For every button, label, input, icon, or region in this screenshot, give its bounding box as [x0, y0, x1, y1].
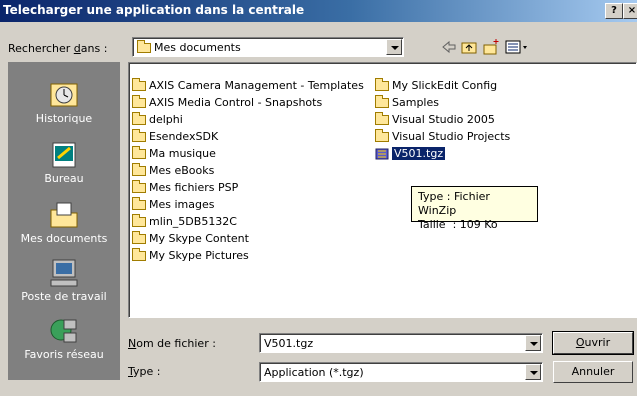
- filetype-label: Type :: [128, 365, 161, 378]
- list-item[interactable]: My SlickEdit Config: [375, 78, 497, 94]
- tooltip-type: Type : Fichier WinZip: [418, 190, 490, 217]
- tooltip-size: Taille : 109 Ko: [418, 218, 498, 231]
- window-title: Telecharger une application dans la cent…: [3, 3, 305, 17]
- list-item[interactable]: Mes images: [132, 197, 214, 213]
- new-folder-icon[interactable]: [482, 38, 500, 56]
- help-button[interactable]: ?: [605, 3, 623, 19]
- place-history[interactable]: Historique: [8, 80, 120, 125]
- list-item[interactable]: delphi: [132, 112, 183, 128]
- list-item[interactable]: My Skype Pictures: [132, 248, 249, 264]
- list-item[interactable]: AXIS Media Control - Snapshots: [132, 95, 322, 111]
- places-bar: Historique Bureau Mes documents Poste de…: [8, 62, 120, 380]
- chevron-down-icon[interactable]: [525, 364, 541, 380]
- cancel-button[interactable]: Annuler: [553, 361, 633, 383]
- list-item[interactable]: Ma musique: [132, 146, 216, 162]
- folder-icon: [132, 163, 146, 176]
- list-item[interactable]: Mes fichiers PSP: [132, 180, 238, 196]
- file-info-tooltip: Type : Fichier WinZip Taille : 109 Ko: [411, 186, 538, 231]
- title-bar[interactable]: Telecharger une application dans la cent…: [0, 0, 637, 22]
- folder-icon: [132, 78, 146, 91]
- history-icon: [48, 80, 80, 110]
- list-item[interactable]: AXIS Camera Management - Templates: [132, 78, 364, 94]
- list-item[interactable]: EsendexSDK: [132, 129, 218, 145]
- lookin-label: Rechercher dans :: [8, 42, 108, 55]
- folder-icon: [132, 214, 146, 227]
- place-desktop[interactable]: Bureau: [8, 140, 120, 185]
- list-item[interactable]: Samples: [375, 95, 439, 111]
- folder-icon: [375, 129, 389, 142]
- place-my-documents[interactable]: Mes documents: [8, 200, 120, 245]
- folder-icon: [132, 146, 146, 159]
- filetype-dropdown[interactable]: Application (*.tgz): [259, 362, 543, 382]
- folder-icon: [132, 231, 146, 244]
- folder-icon: [375, 78, 389, 91]
- filename-value: V501.tgz: [264, 337, 314, 350]
- back-arrow-icon[interactable]: [440, 38, 458, 56]
- folder-icon: [132, 112, 146, 125]
- close-button[interactable]: ×: [623, 3, 637, 19]
- folder-icon: [375, 95, 389, 108]
- chevron-down-icon[interactable]: [386, 39, 402, 55]
- filename-input[interactable]: V501.tgz: [259, 333, 543, 353]
- place-network[interactable]: Favoris réseau: [8, 316, 120, 361]
- folder-icon: [375, 112, 389, 125]
- image-folder-icon: [132, 197, 146, 210]
- lookin-dropdown[interactable]: Mes documents: [132, 37, 404, 57]
- list-item[interactable]: mlin_5DB5132C: [132, 214, 237, 230]
- my-documents-icon: [48, 200, 80, 230]
- filetype-value: Application (*.tgz): [264, 366, 364, 379]
- file-list[interactable]: AXIS Camera Management - Templates AXIS …: [128, 62, 637, 318]
- desktop-icon: [48, 140, 80, 170]
- folder-icon: [137, 40, 151, 53]
- folder-icon: [132, 248, 146, 261]
- up-folder-icon[interactable]: [460, 38, 478, 56]
- chevron-down-icon[interactable]: [525, 335, 541, 351]
- folder-icon: [132, 180, 146, 193]
- list-item[interactable]: My Skype Content: [132, 231, 249, 247]
- folder-icon: [132, 95, 146, 108]
- list-item[interactable]: Mes eBooks: [132, 163, 214, 179]
- winzip-file-icon: [375, 148, 389, 160]
- list-item[interactable]: Visual Studio 2005: [375, 112, 495, 128]
- network-places-icon: [48, 316, 80, 346]
- view-menu-icon[interactable]: [504, 38, 530, 56]
- my-computer-icon: [48, 258, 80, 288]
- filename-label: Nom de fichier :: [128, 337, 216, 350]
- place-my-computer[interactable]: Poste de travail: [8, 258, 120, 303]
- list-item-selected[interactable]: V501.tgz: [375, 146, 447, 162]
- list-item[interactable]: Visual Studio Projects: [375, 129, 510, 145]
- open-button[interactable]: Ouvrir: [552, 331, 634, 355]
- folder-icon: [132, 129, 146, 142]
- lookin-value: Mes documents: [154, 41, 241, 54]
